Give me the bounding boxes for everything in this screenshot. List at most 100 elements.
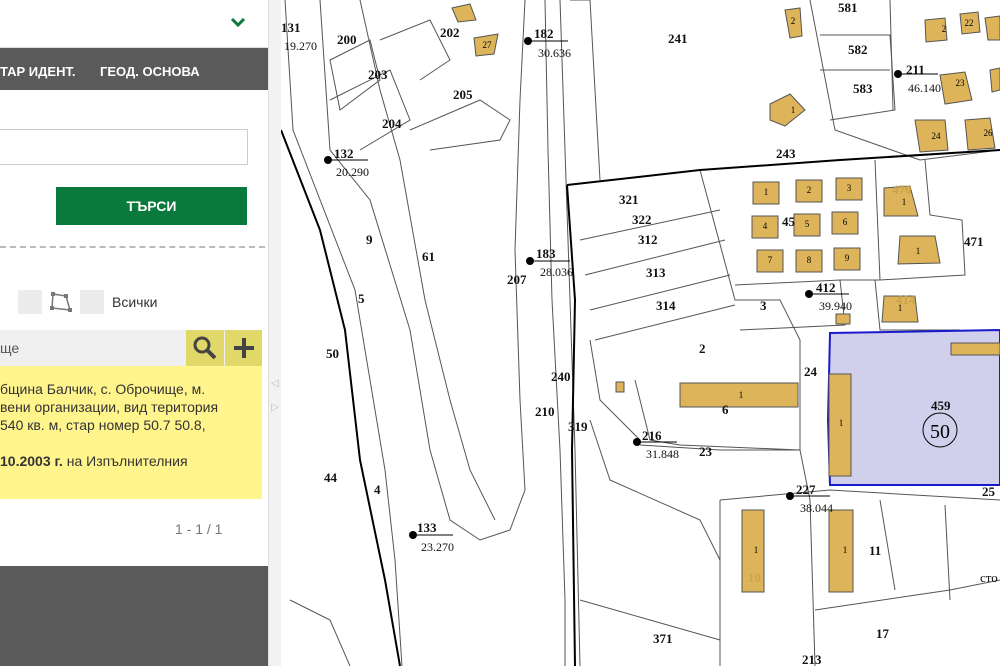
parcel-label: 241	[668, 31, 688, 46]
app: ТАР ИДЕНТ. ГЕОД. ОСНОВА ТЪРСИ Всички ще …	[0, 0, 1000, 666]
tab-geod-basis[interactable]: ГЕОД. ОСНОВА	[100, 64, 200, 79]
parcel-label: 314	[656, 298, 676, 313]
parcel-label: 203	[368, 67, 388, 82]
survey-point-marker	[524, 37, 532, 45]
building-number: 1	[739, 390, 744, 400]
select-tool-button[interactable]	[0, 290, 14, 314]
building-number: 1	[764, 187, 769, 197]
search-icon-button[interactable]	[186, 330, 224, 366]
divider	[0, 246, 265, 248]
parcel-label: 133	[417, 520, 437, 535]
parcel-label: 240	[551, 369, 571, 384]
add-button[interactable]	[225, 330, 262, 366]
parcel-label: 216	[642, 428, 662, 443]
parcel-label: 204	[382, 116, 402, 131]
building-number: 23	[956, 78, 966, 88]
collapse-left-icon[interactable]: ◁	[271, 378, 279, 389]
parcel-label: 19.270	[284, 39, 317, 53]
parcel-label: 28.036	[540, 265, 573, 279]
cadastral-map[interactable]: 50 13119.270 200 202 18230.6362415815825832…	[281, 0, 1000, 666]
parcel-label: 3	[760, 298, 767, 313]
parcel-label: 23	[699, 444, 713, 459]
search-icon	[193, 336, 217, 360]
survey-point-marker	[633, 438, 641, 446]
result-date: 10.2003 г.	[0, 453, 63, 469]
building-number: 1	[791, 105, 796, 115]
parcel-label: 46.140	[908, 81, 941, 95]
parcel-label: 30.636	[538, 46, 571, 60]
parcel-label: 10	[748, 570, 761, 585]
parcel-label: 213	[802, 652, 822, 666]
parcel-label: 20.290	[336, 165, 369, 179]
survey-point-marker	[786, 492, 794, 500]
building-number: 6	[843, 217, 848, 227]
building-number: 1	[843, 545, 848, 555]
search-input[interactable]	[0, 129, 248, 165]
all-label[interactable]: Всички	[112, 294, 157, 310]
building-number: 1	[916, 246, 921, 256]
parcel-label: 322	[632, 212, 652, 227]
result-tail: на Изпълнителния	[62, 453, 188, 469]
parcel-label: 582	[848, 42, 868, 57]
expand-right-icon[interactable]: ▷	[271, 402, 279, 413]
building-number: 2	[942, 24, 947, 34]
parcel-label: 202	[440, 25, 460, 40]
parcel-label: 182	[534, 26, 554, 41]
parcel-label: 470	[892, 182, 912, 197]
survey-point-marker	[805, 290, 813, 298]
search-panel: ТАР ИДЕНТ. ГЕОД. ОСНОВА ТЪРСИ Всички ще …	[0, 0, 270, 666]
parcel-label: 61	[422, 249, 435, 264]
select-icon	[0, 290, 14, 314]
result-line-1: бщина Балчик, с. Оброчище, м.	[0, 381, 206, 397]
result-item[interactable]: бщина Балчик, с. Оброчище, м. вени орган…	[0, 366, 262, 499]
parcel-label: 11	[869, 543, 881, 558]
parcel-label: 200	[337, 32, 357, 47]
parcel-label: 50	[326, 346, 339, 361]
parcel-label: 39.940	[819, 299, 852, 313]
parcel-label: 321	[619, 192, 639, 207]
polygon-icon	[50, 292, 72, 312]
parcel-label: 132	[334, 146, 354, 161]
panel-footer	[0, 566, 270, 666]
building-number: 9	[845, 253, 850, 263]
parcel-label: 312	[638, 232, 658, 247]
parcel-label: 6	[722, 402, 729, 417]
rect-tool-button[interactable]	[18, 290, 42, 314]
building-number: 2	[807, 185, 812, 195]
building-number: 2	[791, 16, 796, 26]
parcel-label: 31.848	[646, 447, 679, 461]
building-number: 4	[763, 221, 768, 231]
building-number: 8	[807, 255, 812, 265]
parcel-label: 17	[876, 626, 890, 641]
parcel-label: 24	[804, 364, 818, 379]
filter-row: ще	[0, 330, 262, 366]
parcel-label: 45	[782, 214, 796, 229]
building-number: 1	[754, 545, 759, 555]
parcel-label: 583	[853, 81, 873, 96]
parcel-label: 9	[366, 232, 373, 247]
polygon-tool-button[interactable]	[48, 290, 72, 314]
parcel-label: 207	[507, 272, 527, 287]
building-number: 1	[839, 418, 844, 428]
filter-input[interactable]: ще	[0, 340, 19, 356]
survey-point-marker	[526, 257, 534, 265]
parcel-label: 581	[838, 0, 858, 15]
tab-old-ident[interactable]: ТАР ИДЕНТ.	[0, 64, 76, 79]
survey-point-marker	[324, 156, 332, 164]
panel-splitter[interactable]: ◁ ▷	[268, 0, 281, 666]
parcel-label: 243	[776, 146, 796, 161]
parcel-label: сто	[980, 570, 998, 585]
plus-icon	[233, 338, 254, 358]
building-number: 3	[847, 183, 852, 193]
building-number: 1	[898, 303, 903, 313]
chevron-down-icon[interactable]	[228, 12, 248, 32]
building-number: 24	[932, 131, 942, 141]
result-line-4: 10.2003 г. на Изпълнителния	[0, 452, 188, 470]
circle-tool-button[interactable]	[80, 290, 104, 314]
parcel-label: 4	[374, 482, 381, 497]
parcel-label: 412	[816, 280, 836, 295]
parcel-label: 313	[646, 265, 666, 280]
search-button[interactable]: ТЪРСИ	[56, 187, 247, 225]
parcel-label: 210	[535, 404, 555, 419]
parcel-label: 211	[906, 62, 925, 77]
